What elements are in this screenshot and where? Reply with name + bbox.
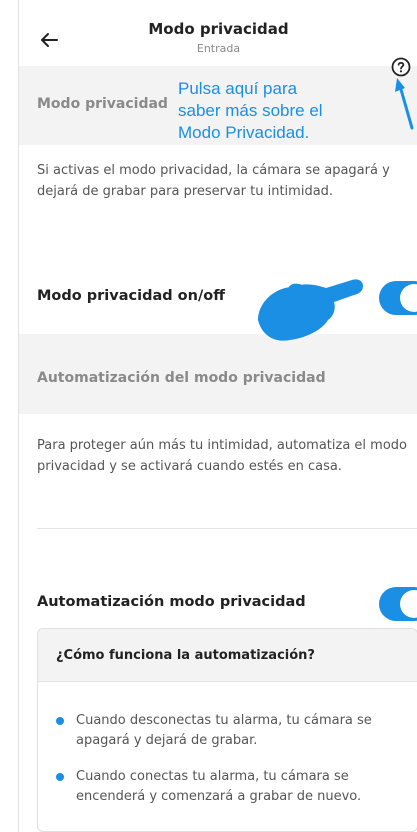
page-subtitle: Entrada <box>196 42 241 55</box>
automation-info-card: ¿Cómo funciona la automatización? Cuando… <box>37 628 417 832</box>
toggle-knob <box>400 590 417 618</box>
card-title: ¿Cómo funciona la automatización? <box>56 648 315 663</box>
list-item: Cuando desconectas tu alarma, tu cámara … <box>56 711 396 751</box>
section-title: Modo privacidad <box>37 96 168 112</box>
bullet-dot-icon <box>56 773 64 781</box>
section-title: Automatización del modo privacidad <box>37 370 326 386</box>
privacy-mode-description: Si activas el modo privacidad, la cámara… <box>37 163 390 199</box>
list-item: Cuando conectas tu alarma, tu cámara se … <box>56 767 396 807</box>
privacy-mode-toggle[interactable] <box>379 281 417 315</box>
card-header: ¿Cómo funciona la automatización? <box>38 629 417 682</box>
page-title: Modo privacidad <box>148 20 289 38</box>
privacy-toggle-label: Modo privacidad on/off <box>37 288 225 304</box>
annotation-line: Modo Privacidad. <box>178 123 310 142</box>
annotation-line: saber más sobre el <box>178 101 323 120</box>
help-annotation-callout: Pulsa aquí para saber más sobre el Modo … <box>178 78 323 144</box>
question-circle-icon[interactable] <box>390 56 412 78</box>
bullet-dot-icon <box>56 717 64 725</box>
top-bar: Modo privacidad Entrada <box>19 0 417 66</box>
toggle-knob <box>400 284 417 312</box>
list-item-text: Cuando conectas tu alarma, tu cámara se … <box>76 769 362 804</box>
automation-section-header: Automatización del modo privacidad <box>19 334 417 414</box>
automation-description: Para proteger aún más tu intimidad, auto… <box>37 438 407 474</box>
automation-mode-toggle[interactable] <box>379 587 417 621</box>
list-item-text: Cuando desconectas tu alarma, tu cámara … <box>76 713 372 748</box>
divider <box>37 528 417 529</box>
automation-toggle-label: Automatización modo privacidad <box>37 594 306 610</box>
annotation-line: Pulsa aquí para <box>178 79 298 98</box>
